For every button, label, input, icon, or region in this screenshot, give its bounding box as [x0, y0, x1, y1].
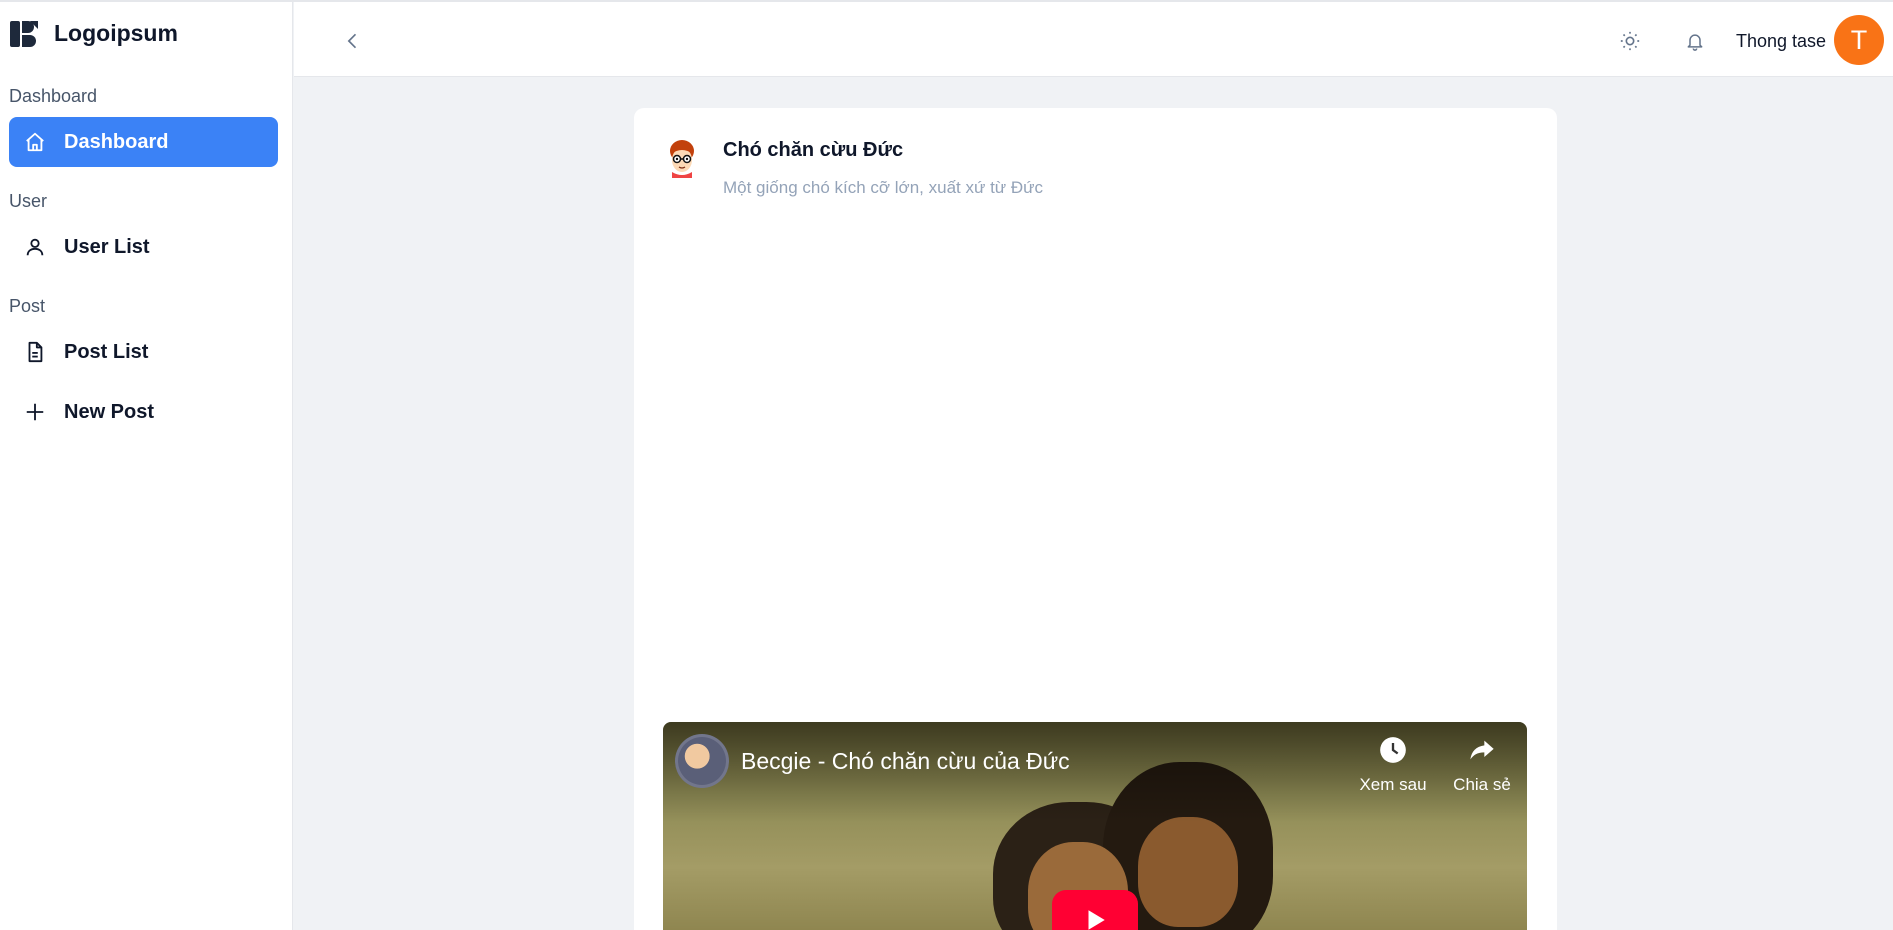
channel-avatar[interactable] — [675, 734, 729, 788]
bell-icon — [1687, 34, 1703, 51]
chevron-left-icon — [347, 33, 357, 49]
sun-icon — [1620, 31, 1640, 51]
notifications-button[interactable] — [1680, 26, 1710, 56]
sidebar: Logoipsum Dashboard Dashboard User User … — [0, 2, 293, 930]
home-icon — [26, 132, 44, 152]
user-icon — [26, 238, 44, 256]
section-label-dashboard: Dashboard — [9, 86, 98, 106]
sidebar-item-label: User List — [64, 235, 150, 258]
watch-later-label: Xem sau — [1359, 775, 1427, 794]
video-title[interactable]: Becgie - Chó chăn cừu của Đức — [741, 748, 1070, 775]
sidebar-item-post-list[interactable]: Post List — [9, 327, 278, 377]
sidebar-item-label: Post List — [64, 340, 149, 363]
top-header: Thong tase T — [294, 2, 1893, 77]
theme-toggle-button[interactable] — [1615, 26, 1645, 56]
share-icon — [1470, 740, 1494, 760]
video-thumbnail-dog-face-right — [1138, 817, 1238, 927]
watch-later-button[interactable]: Xem sau — [1353, 736, 1433, 795]
document-icon — [28, 341, 43, 363]
avatar[interactable]: T — [1834, 15, 1884, 65]
sidebar-item-label: New Post — [64, 400, 155, 423]
post-title: Chó chăn cừu Đức — [723, 139, 904, 161]
sidebar-item-dashboard[interactable]: Dashboard — [9, 117, 278, 167]
post-description: Một giống chó kích cỡ lớn, xuất xứ từ Đứ… — [723, 178, 1044, 197]
play-button[interactable] — [1052, 890, 1138, 930]
sidebar-item-label: Dashboard — [64, 130, 169, 153]
post-card: Chó chăn cừu Đức Một giống chó kích cỡ l… — [634, 108, 1557, 930]
logo-icon — [10, 20, 38, 47]
share-button[interactable]: Chia sẻ — [1442, 736, 1522, 795]
sidebar-item-user-list[interactable]: User List — [9, 222, 278, 272]
author-avatar-icon — [670, 140, 694, 178]
section-label-user: User — [9, 191, 48, 211]
play-icon — [1088, 910, 1105, 930]
brand-name: Logoipsum — [54, 20, 178, 46]
share-label: Chia sẻ — [1453, 775, 1511, 794]
user-name[interactable]: Thong tase — [1736, 31, 1826, 52]
video-embed[interactable]: Becgie - Chó chăn cừu của Đức Xem sau Ch… — [663, 722, 1527, 930]
section-label-post: Post — [9, 296, 46, 316]
plus-icon — [26, 403, 44, 421]
sidebar-item-new-post[interactable]: New Post — [9, 387, 278, 437]
brand[interactable]: Logoipsum — [10, 20, 178, 47]
back-button[interactable] — [338, 26, 368, 56]
clock-icon — [1380, 737, 1406, 763]
